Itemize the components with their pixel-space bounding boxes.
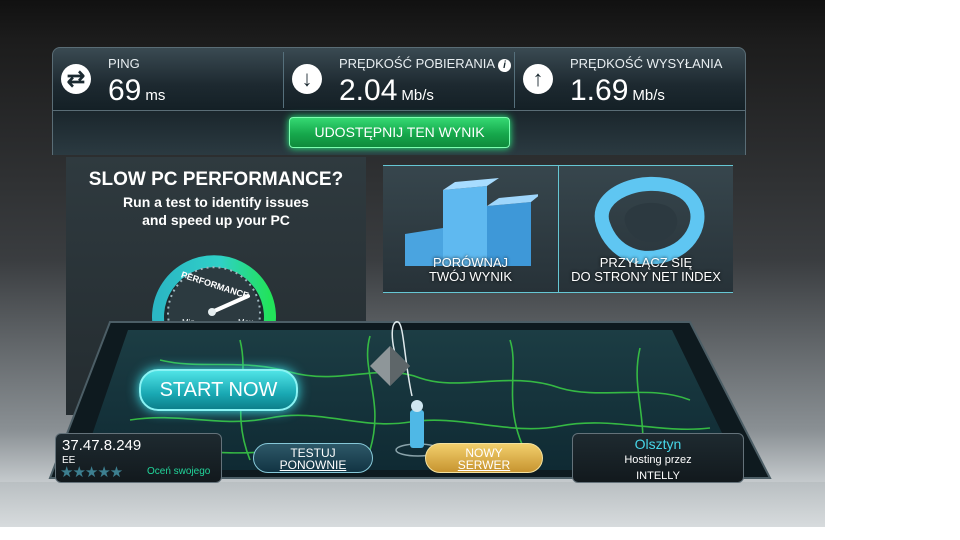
download-stat: ↓ PRĘDKOŚĆ POBIERANIA i 2.04 Mb/s [284, 48, 514, 110]
compare-line1: PORÓWNAJ [432, 255, 509, 270]
netindex-line1: PRZYŁĄCZ SIĘ [599, 255, 693, 270]
retest-line2: PONOWNIE [279, 458, 347, 472]
info-icon[interactable]: i [497, 59, 511, 72]
ping-label: PING [108, 56, 140, 71]
server-host-name: INTELLY [636, 470, 680, 482]
share-result-button[interactable]: UDOSTĘPNIJ TEN WYNIK [289, 117, 510, 148]
download-number: 2.04 [339, 74, 398, 107]
upload-unit: Mb/s [632, 87, 665, 104]
retest-button[interactable]: TESTUJ PONOWNIE [253, 443, 373, 473]
speedtest-stage: ⇄ PING 69 ms ↓ PRĘDKOŚĆ POBIERANIA i 2.04… [0, 0, 825, 527]
ad-subtitle-line2: and speed up your PC [142, 212, 290, 228]
upload-value: 1.69 Mb/s [570, 74, 665, 108]
download-unit: Mb/s [401, 87, 434, 104]
new-server-button[interactable]: NOWY SERWER [425, 443, 543, 473]
download-label-text: PRĘDKOŚĆ POBIERANIA [339, 56, 495, 71]
server-city: Olsztyn [634, 436, 682, 452]
arrow-up-icon: ↑ [523, 64, 553, 94]
tiles-panel: PORÓWNAJ TWÓJ WYNIK PRZYŁĄCZ SIĘ DO STRO… [383, 165, 733, 293]
ad-subtitle: Run a test to identify issues and speed … [66, 193, 366, 229]
compare-tile[interactable]: PORÓWNAJ TWÓJ WYNIK [383, 256, 558, 284]
start-now-button[interactable]: START NOW [139, 369, 298, 411]
download-label: PRĘDKOŚĆ POBIERANIA i [339, 56, 511, 72]
compare-chart-icon [405, 178, 538, 266]
results-bar: ⇄ PING 69 ms ↓ PRĘDKOŚĆ POBIERANIA i 2.04… [52, 47, 746, 111]
rating-stars[interactable]: ★★★★★ [60, 463, 123, 481]
download-value: 2.04 Mb/s [339, 74, 434, 108]
ad-subtitle-line1: Run a test to identify issues [123, 194, 309, 210]
netindex-tile[interactable]: PRZYŁĄCZ SIĘ DO STRONY NET INDEX [559, 256, 733, 284]
ping-value: 69 ms [108, 74, 165, 108]
compare-line2: TWÓJ WYNIK [428, 269, 513, 284]
upload-label: PRĘDKOŚĆ WYSYŁANIA [570, 56, 723, 71]
client-ip: 37.47.8.249 [62, 437, 142, 454]
ping-unit: ms [145, 87, 166, 104]
arrow-down-icon: ↓ [292, 64, 322, 94]
netindex-line2: DO STRONY NET INDEX [571, 269, 721, 284]
new-server-line2: SERWER [457, 458, 511, 472]
ping-stat: ⇄ PING 69 ms [53, 48, 283, 110]
server-hosting-label: Hosting przez [624, 454, 692, 466]
ping-number: 69 [108, 74, 142, 107]
swap-arrows-icon: ⇄ [61, 64, 91, 94]
rate-isp-link[interactable]: Oceń swojego [147, 466, 210, 477]
upload-number: 1.69 [570, 74, 629, 107]
ad-title: SLOW PC PERFORMANCE? [88, 169, 344, 190]
upload-stat: ↑ PRĘDKOŚĆ WYSYŁANIA 1.69 Mb/s [515, 48, 745, 110]
net-index-logo-icon[interactable] [583, 174, 713, 264]
